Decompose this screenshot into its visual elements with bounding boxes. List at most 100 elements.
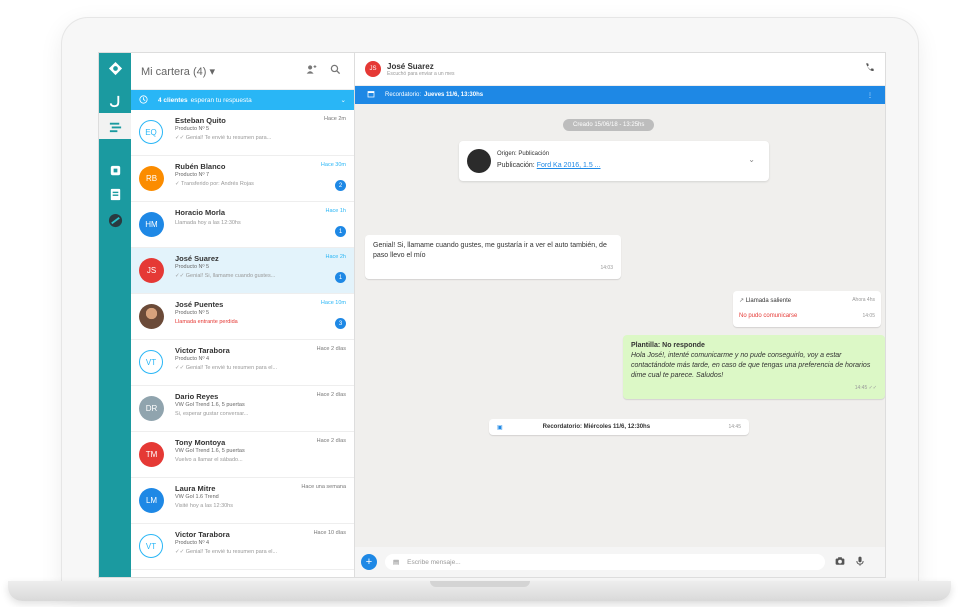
origin-card[interactable]: Origen: Publicación Publicación: Ford Ka… [459, 141, 769, 181]
camera-icon[interactable] [835, 556, 845, 569]
contact-product: Producto Nº 4 [175, 356, 210, 362]
contact-last-message: ✓✓ Genial! Te envié tu resumen para... [175, 135, 272, 141]
contact-last-message: Visité hoy a las 12:30hs [175, 503, 233, 509]
profile-icon[interactable] [99, 207, 131, 233]
reminder-bar[interactable]: Recordatorio: Jueves 11/6, 13:30hs ⋮ [355, 86, 885, 104]
contact-name: Tony Montoya [175, 438, 226, 447]
settings-icon[interactable] [99, 157, 131, 183]
logo-icon [99, 55, 131, 81]
contacts-filter-icon[interactable] [99, 113, 131, 139]
avatar: RB [139, 166, 164, 191]
unread-badge: 1 [335, 226, 346, 237]
contact-product: VW Gol Trend 1.6, 5 puertas [175, 448, 245, 454]
avatar: HM [139, 212, 164, 237]
call-title: ↗ Llamada saliente [739, 297, 791, 304]
contact-last-message: ✓✓ Genial! Si, llamame cuando gustes... [175, 273, 276, 279]
search-icon[interactable] [326, 64, 344, 78]
message-time: 14:45 ✓✓ [854, 385, 877, 391]
contact-list-panel: Mi cartera (4) ▾ 4 clientes esperan tu r… [131, 53, 355, 577]
contact-item[interactable]: LM Laura Mitre VW Gol 1.6 Trend Visité h… [131, 478, 354, 524]
phone-outgoing-icon: ↗ [739, 298, 746, 304]
message-input[interactable]: ▤ Escribe mensaje... [385, 554, 825, 570]
unread-badge: 2 [335, 180, 346, 191]
contact-name: Rubén Blanco [175, 162, 226, 171]
avatar: VT [139, 350, 163, 374]
template-label: Plantilla: [631, 342, 661, 349]
list-header: Mi cartera (4) ▾ [131, 53, 354, 90]
contact-item[interactable]: VT Victor Tarabora Producto Nº 4 ✓✓ Geni… [131, 524, 354, 570]
contact-last-message: Vuelvo a llamar el sábado... [175, 457, 243, 463]
contact-item[interactable]: José Puentes Producto Nº 5 Llamada entra… [131, 294, 354, 340]
avatar: LM [139, 488, 164, 513]
phone-icon[interactable] [864, 62, 875, 76]
contact-product: VW Gol 1.6 Trend [175, 494, 219, 500]
contact-time: Hace 1h [325, 208, 347, 214]
contact-product: Producto Nº 7 [175, 172, 210, 178]
contact-name: Horacio Morla [175, 208, 226, 217]
phone-hook-icon[interactable] [99, 87, 131, 113]
banner-text: esperan tu respuesta [190, 96, 252, 104]
more-options-icon[interactable]: ⋮ [867, 92, 873, 99]
contact-item[interactable]: RB Rubén Blanco Producto Nº 7 ✓ Transfer… [131, 156, 354, 202]
clock-icon [139, 94, 148, 106]
contact-name: Victor Tarabora [175, 346, 230, 355]
chevron-down-icon[interactable]: ⌄ [748, 155, 755, 164]
reminder-date: Jueves 11/6, 13:30hs [424, 92, 484, 98]
contact-item-selected[interactable]: JS José Suarez Producto Nº 5 ✓✓ Genial! … [131, 248, 354, 294]
incoming-message: Genial! Si, llamame cuando gustes, me gu… [365, 235, 621, 279]
contact-last-message: ✓✓ Genial! Te envié tu resumen para el..… [175, 549, 278, 555]
contact-time: Hace 30m [320, 162, 346, 168]
contact-product: VW Gol Trend 1.6, 5 puertas [175, 402, 245, 408]
call-status-time: 14:05 [862, 313, 875, 319]
contact-name: Victor Tarabora [175, 530, 230, 539]
unread-badge: 3 [335, 318, 346, 329]
avatar [139, 304, 164, 329]
template-icon[interactable]: ▤ [393, 558, 399, 566]
contact-item[interactable]: TM Tony Montoya VW Gol Trend 1.6, 5 puer… [131, 432, 354, 478]
call-title-text: Llamada saliente [745, 298, 792, 304]
call-time: Ahora 4hs [852, 297, 875, 303]
call-status: No pudo comunicarse [739, 313, 798, 319]
message-placeholder: Escribe mensaje... [407, 558, 461, 566]
calendar-icon [367, 90, 375, 100]
reminder-card[interactable]: ▣ Recordatorio: Miércoles 11/6, 12:30hs … [489, 419, 749, 435]
pending-clients-banner[interactable]: 4 clientes esperan tu respuesta ⌄ [131, 90, 354, 110]
contact-time: Hace 10m [320, 300, 346, 306]
date-pill: Creado 15/06/18 - 13:25hs [563, 119, 655, 131]
portfolio-dropdown[interactable]: Mi cartera (4) ▾ [141, 65, 296, 78]
outgoing-message: Plantilla: No responde Hola José!, inten… [623, 335, 885, 399]
avatar: TM [139, 442, 164, 467]
add-contact-icon[interactable] [302, 64, 320, 78]
contact-item[interactable]: VT Victor Tarabora Producto Nº 4 ✓✓ Geni… [131, 340, 354, 386]
contact-name: Dario Reyes [175, 392, 219, 401]
chevron-down-icon: ▾ [209, 65, 215, 78]
contact-last-message: ✓ Transferido por: Andrés Rojas [175, 181, 254, 187]
app-screen: Mi cartera (4) ▾ 4 clientes esperan tu r… [98, 52, 886, 578]
chat-contact-name[interactable]: José Suarez [387, 62, 455, 71]
contact-name: Laura Mitre [175, 484, 216, 493]
message-composer: + ▤ Escribe mensaje... [355, 547, 885, 577]
contact-name: Esteban Quito [175, 116, 226, 125]
contact-time: Hace 2m [323, 116, 346, 122]
contact-product: Producto Nº 5 [175, 264, 210, 270]
add-attachment-button[interactable]: + [361, 554, 377, 570]
message-text: Genial! Si, llamame cuando gustes, me gu… [373, 242, 607, 259]
publication-link[interactable]: Ford Ka 2016, 1.5 ... [537, 162, 601, 169]
avatar[interactable]: JS [365, 61, 381, 77]
contact-last-message: Si, esperar gustar conversar... [175, 411, 249, 417]
microphone-icon[interactable] [855, 556, 865, 569]
document-icon[interactable] [99, 181, 131, 207]
laptop-notch [430, 581, 530, 587]
contact-time: Hace 2 días [316, 438, 346, 444]
chat-header: JS José Suarez Escuchó para enviar a un … [355, 53, 885, 86]
chat-panel: JS José Suarez Escuchó para enviar a un … [355, 53, 885, 577]
unread-badge: 1 [335, 272, 346, 283]
origin-label: Origen: Publicación [497, 151, 550, 157]
contact-item[interactable]: DR Dario Reyes VW Gol Trend 1.6, 5 puert… [131, 386, 354, 432]
contact-name: José Suarez [175, 254, 219, 263]
contact-time: Hace una semana [301, 484, 346, 490]
contact-item[interactable]: HM Horacio Morla Llamada hoy a las 12:30… [131, 202, 354, 248]
avatar: DR [139, 396, 164, 421]
contact-item[interactable]: EQ Esteban Quito Producto Nº 5 ✓✓ Genial… [131, 110, 354, 156]
nav-rail [99, 53, 131, 577]
